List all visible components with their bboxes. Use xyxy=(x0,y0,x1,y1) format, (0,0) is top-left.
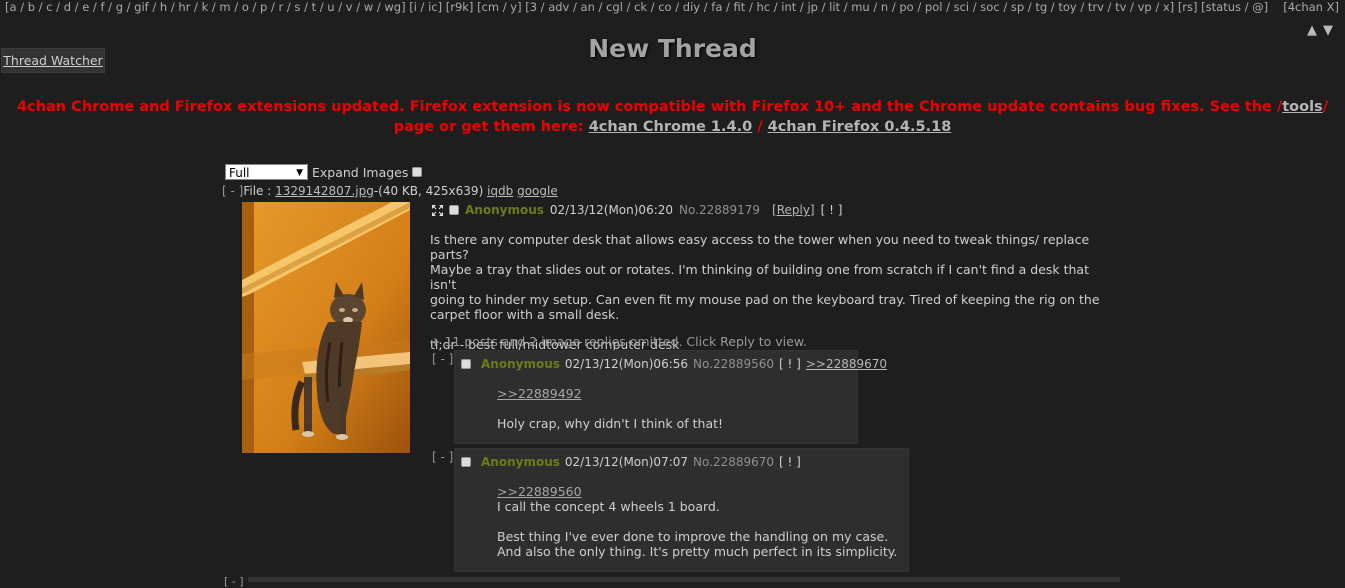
reply-header: Anonymous 02/13/12(Mon)07:07 No.22889670… xyxy=(461,455,801,469)
announcement-text: 4chan Chrome and Firefox extensions upda… xyxy=(17,99,1283,115)
reply-report-button[interactable]: [ ! ] xyxy=(779,357,801,371)
op-reply-link-wrap: [Reply] xyxy=(772,203,815,217)
tools-link[interactable]: tools xyxy=(1282,99,1322,115)
reply-poster-name: Anonymous xyxy=(481,357,560,371)
image-controls: Full ▼ Expand Images xyxy=(225,164,423,180)
op-body-line: carpet floor with a small desk. xyxy=(430,307,620,322)
reply-body-line: And also the only thing. It's pretty muc… xyxy=(497,544,898,559)
reply-body-line xyxy=(497,514,897,529)
reply-hide-toggle[interactable]: [ - ] xyxy=(432,450,453,464)
reply-body: >>22889492 Holy crap, why didn't I think… xyxy=(497,386,723,431)
cat-photo xyxy=(242,202,410,453)
reply-select-checkbox[interactable] xyxy=(461,359,471,369)
op-file-info: [ - ]File : 1329142807.jpg-(40 KB, 425x6… xyxy=(222,184,558,198)
file-info: -(40 KB, 425x639) xyxy=(373,184,488,198)
quote-link[interactable]: >>22889560 xyxy=(497,484,582,499)
reply-body-line: Holy crap, why didn't I think of that! xyxy=(497,416,724,431)
reply-backlink[interactable]: >>22889670 xyxy=(806,357,887,371)
reply-post-date: 02/13/12(Mon)07:07 xyxy=(564,455,689,469)
reply-select-checkbox[interactable] xyxy=(461,457,471,467)
thread-watcher-button[interactable]: Thread Watcher xyxy=(1,48,105,73)
reply-post: Anonymous 02/13/12(Mon)06:56 No.22889560… xyxy=(454,350,887,444)
google-link[interactable]: google xyxy=(517,184,558,198)
iqdb-link[interactable]: iqdb xyxy=(487,184,513,198)
board-navigation[interactable]: [a / b / c / d / e / f / g / gif / h / h… xyxy=(5,0,1268,14)
reply-spacer xyxy=(497,401,723,416)
op-report-button[interactable]: [ ! ] xyxy=(821,203,843,217)
op-post-date: 02/13/12(Mon)06:20 xyxy=(549,203,674,217)
op-body-line: Is there any computer desk that allows e… xyxy=(430,232,1090,262)
image-mode-select[interactable]: Full ▼ xyxy=(225,164,308,180)
expand-images-label: Expand Images xyxy=(312,164,409,180)
reply-post-number[interactable]: No.22889560 xyxy=(693,357,774,371)
reply-body-line: Best thing I've ever done to improve the… xyxy=(497,529,889,544)
chevron-down-icon: ▼ xyxy=(296,168,303,178)
op-select-checkbox[interactable] xyxy=(449,205,459,215)
op-body-line: going to hinder my setup. Can even fit m… xyxy=(430,292,1100,307)
op-post-number[interactable]: No.22889179 xyxy=(679,203,760,217)
reply-body-line: I call the concept 4 wheels 1 board. xyxy=(497,499,720,514)
reply-post: Anonymous 02/13/12(Mon)07:07 No.22889670… xyxy=(454,448,909,572)
firefox-extension-link[interactable]: 4chan Firefox 0.4.5.18 xyxy=(768,119,952,135)
op-body-line: Maybe a tray that slides out or rotates.… xyxy=(430,262,1089,292)
op-image-thumbnail[interactable] xyxy=(242,202,410,453)
image-mode-value: Full xyxy=(229,166,250,180)
thread-watcher-label: Thread Watcher xyxy=(3,53,103,68)
page-title: New Thread xyxy=(588,34,757,63)
op-post-header: Anonymous 02/13/12(Mon)06:20 No.22889179… xyxy=(432,203,842,217)
quote-link[interactable]: >>22889492 xyxy=(497,386,582,401)
reply-poster-name: Anonymous xyxy=(481,455,560,469)
expand-image-icon[interactable] xyxy=(432,204,443,216)
file-name-link[interactable]: 1329142807.jpg xyxy=(275,184,374,198)
reply-post-date: 02/13/12(Mon)06:56 xyxy=(564,357,689,371)
op-reply-link[interactable]: [Reply] xyxy=(772,203,815,217)
next-thread-strip xyxy=(248,577,1120,582)
op-hide-toggle[interactable]: [ - ] xyxy=(222,184,243,198)
omitted-posts-notice: + 11 posts and 2 image replies omitted. … xyxy=(430,334,807,349)
reply-post-number[interactable]: No.22889670 xyxy=(693,455,774,469)
op-poster-name: Anonymous xyxy=(465,203,544,217)
reply-hide-toggle[interactable]: [ - ] xyxy=(432,352,453,366)
reply-header: Anonymous 02/13/12(Mon)06:56 No.22889560… xyxy=(461,357,887,371)
file-prefix: File : xyxy=(243,184,276,198)
announcement-banner: 4chan Chrome and Firefox extensions upda… xyxy=(0,97,1345,137)
chrome-extension-link[interactable]: 4chan Chrome 1.4.0 xyxy=(589,119,753,135)
reply-body: >>22889560 I call the concept 4 wheels 1… xyxy=(497,484,897,559)
reply-report-button[interactable]: [ ! ] xyxy=(779,455,801,469)
announcement-separator: / xyxy=(752,119,768,135)
expand-images-checkbox[interactable] xyxy=(412,167,423,177)
extension-menu-link[interactable]: [4chan X] xyxy=(1283,0,1339,14)
